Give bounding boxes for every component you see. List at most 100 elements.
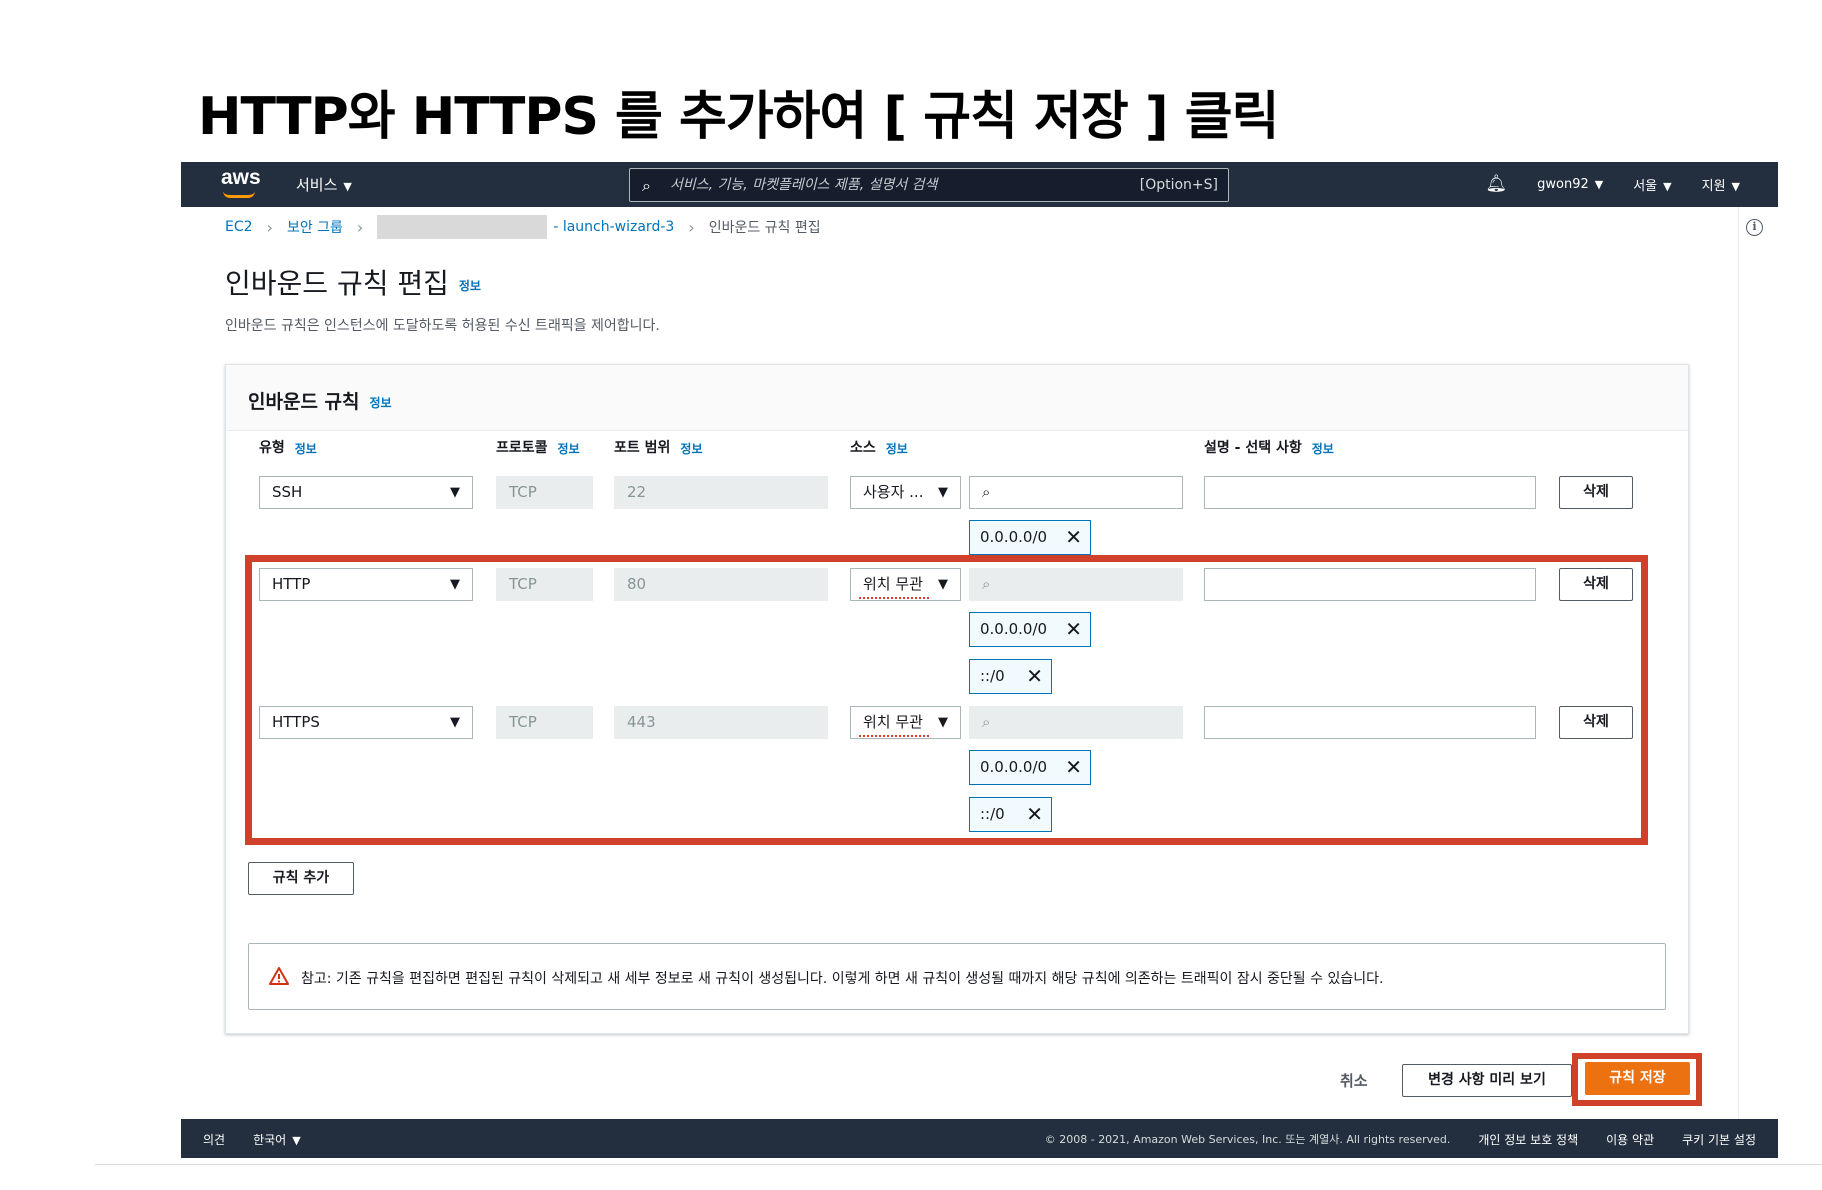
col-port-info[interactable]: 정보 [680, 442, 702, 456]
rule-source-value: 위치 무관 [863, 713, 923, 731]
support-menu[interactable]: 지원 ▼ [1702, 175, 1740, 194]
language-menu[interactable]: 한국어 ▼ [253, 1131, 301, 1148]
caret-down-icon: ▼ [938, 577, 948, 592]
col-type-label: 유형 [259, 440, 285, 456]
rule-type-value: SSH [272, 483, 303, 501]
cookie-preferences-link[interactable]: 쿠키 기본 설정 [1682, 1131, 1756, 1148]
rule-source-value: 사용자 ... [863, 483, 924, 501]
cidr-token-value: 0.0.0.0/0 [980, 528, 1048, 546]
region-name: 서울 [1633, 178, 1658, 194]
warning-text: 참고: 기존 규칙을 편집하면 편집된 규칙이 삭제되고 새 세부 정보로 새 … [301, 971, 1384, 987]
region-menu[interactable]: 서울 ▼ [1633, 175, 1671, 194]
caret-down-icon: ▼ [938, 485, 948, 500]
close-icon[interactable]: ✕ [1026, 798, 1043, 831]
cidr-token-value: ::/0 [980, 667, 1005, 685]
cidr-search-input: ⌕ [969, 568, 1183, 601]
user-menu[interactable]: gwon92 ▼ [1537, 177, 1603, 192]
col-source-label: 소스 [850, 440, 876, 456]
bell-icon[interactable]: 🔔︎ [1486, 174, 1508, 194]
underline-annotation [859, 733, 929, 737]
close-icon[interactable]: ✕ [1065, 521, 1082, 554]
privacy-link[interactable]: 개인 정보 보호 정책 [1478, 1131, 1578, 1148]
page-info-link[interactable]: 정보 [459, 279, 481, 293]
page-title-text: 인바운드 규칙 편집 [225, 267, 449, 300]
caret-down-icon: ▼ [938, 715, 948, 730]
close-icon[interactable]: ✕ [1026, 660, 1043, 693]
delete-rule-button[interactable]: 삭제 [1559, 568, 1633, 601]
rule-type-value: HTTPS [272, 713, 320, 731]
add-rule-button[interactable]: 규칙 추가 [248, 862, 354, 895]
close-icon[interactable]: ✕ [1065, 613, 1082, 646]
rule-type-select[interactable]: HTTP ▼ [259, 568, 473, 601]
preview-changes-button[interactable]: 변경 사항 미리 보기 [1402, 1064, 1572, 1097]
slide-title: HTTP와 HTTPS 를 추가하여 [ 규칙 저장 ] 클릭 [198, 87, 1279, 147]
rule-port-range: 443 [614, 706, 828, 739]
breadcrumb-security-group[interactable]: - launch-wizard-3 [553, 219, 674, 235]
delete-rule-button[interactable]: 삭제 [1559, 706, 1633, 739]
col-source-info[interactable]: 정보 [886, 442, 908, 456]
language-label: 한국어 [253, 1133, 287, 1147]
caret-down-icon: ▼ [1731, 179, 1740, 193]
breadcrumb-ec2[interactable]: EC2 [225, 219, 253, 235]
services-label: 서비스 [296, 176, 338, 194]
rule-source-value: 위치 무관 [863, 575, 923, 593]
top-nav: aws 서비스 ▼ ⌕ [Option+S] 🔔︎ gwon92 ▼ 서울 ▼ 지원 ▼ [181, 162, 1778, 207]
col-source: 소스 정보 [850, 437, 908, 457]
warning-icon [269, 967, 289, 985]
breadcrumb-security-groups[interactable]: 보안 그룹 [287, 217, 343, 237]
bottom-bar-left: 의견 한국어 ▼ [203, 1131, 301, 1148]
highlight-annotation [1572, 1053, 1702, 1106]
nav-right: 🔔︎ gwon92 ▼ 서울 ▼ 지원 ▼ [1486, 174, 1740, 194]
aws-logo[interactable]: aws [221, 166, 261, 190]
rule-description-input[interactable] [1204, 476, 1536, 509]
user-name: gwon92 [1537, 176, 1589, 192]
cidr-search-input: ⌕ [969, 706, 1183, 739]
search-icon: ⌕ [982, 575, 991, 593]
rule-type-select[interactable]: HTTPS ▼ [259, 706, 473, 739]
caret-down-icon: ▼ [1663, 179, 1672, 193]
panel-title: 인바운드 규칙 정보 [248, 387, 392, 414]
cidr-search-input[interactable]: ⌕ [969, 476, 1183, 509]
rule-protocol: TCP [496, 706, 593, 739]
panel-info-link[interactable]: 정보 [370, 396, 392, 410]
breadcrumb-current: 인바운드 규칙 편집 [708, 220, 821, 236]
cidr-token: ::/0 ✕ [969, 797, 1052, 832]
rule-port-range: 22 [614, 476, 828, 509]
rule-description-input[interactable] [1204, 706, 1536, 739]
warning-alert: 참고: 기존 규칙을 편집하면 편집된 규칙이 삭제되고 새 세부 정보로 새 … [248, 943, 1666, 1010]
cidr-token: 0.0.0.0/0 ✕ [969, 750, 1091, 785]
cancel-button[interactable]: 취소 [1340, 1070, 1368, 1091]
delete-rule-button[interactable]: 삭제 [1559, 476, 1633, 509]
chevron-right-icon: › [266, 217, 273, 237]
services-menu[interactable]: 서비스 ▼ [296, 174, 352, 195]
chevron-right-icon: › [356, 217, 364, 237]
right-rail-divider [1738, 207, 1739, 1119]
col-type-info[interactable]: 정보 [295, 442, 317, 456]
global-search: ⌕ [Option+S] [629, 168, 1229, 202]
search-shortcut: [Option+S] [1139, 177, 1218, 193]
chevron-right-icon: › [688, 217, 695, 237]
caret-down-icon: ▼ [450, 485, 460, 500]
rule-description-input[interactable] [1204, 568, 1536, 601]
rule-port-range: 80 [614, 568, 828, 601]
search-icon: ⌕ [982, 483, 991, 501]
caret-down-icon: ▼ [343, 180, 352, 193]
col-port-range: 포트 범위 정보 [614, 437, 703, 457]
col-description-info[interactable]: 정보 [1312, 442, 1334, 456]
cidr-token-value: 0.0.0.0/0 [980, 758, 1048, 776]
col-protocol-label: 프로토콜 [496, 440, 548, 456]
info-icon[interactable]: i [1746, 219, 1763, 236]
rule-source-select[interactable]: 사용자 ... ▼ [850, 476, 961, 509]
terms-link[interactable]: 이용 약관 [1606, 1131, 1654, 1148]
cidr-token: 0.0.0.0/0 ✕ [969, 520, 1091, 555]
close-icon[interactable]: ✕ [1065, 751, 1082, 784]
col-protocol-info[interactable]: 정보 [558, 442, 580, 456]
search-icon: ⌕ [642, 176, 651, 195]
inbound-rules-panel: 인바운드 규칙 정보 유형 정보 프로토콜 정보 포트 범위 정보 소스 정보 설명 - … [225, 364, 1689, 1034]
col-type: 유형 정보 [259, 437, 317, 457]
aws-smile-icon [223, 191, 255, 198]
breadcrumb: EC2 › 보안 그룹 › - launch-wizard-3 › 인바운드 규… [225, 215, 821, 239]
feedback-link[interactable]: 의견 [203, 1131, 225, 1148]
rule-type-select[interactable]: SSH ▼ [259, 476, 473, 509]
global-search-input[interactable] [670, 169, 1110, 201]
